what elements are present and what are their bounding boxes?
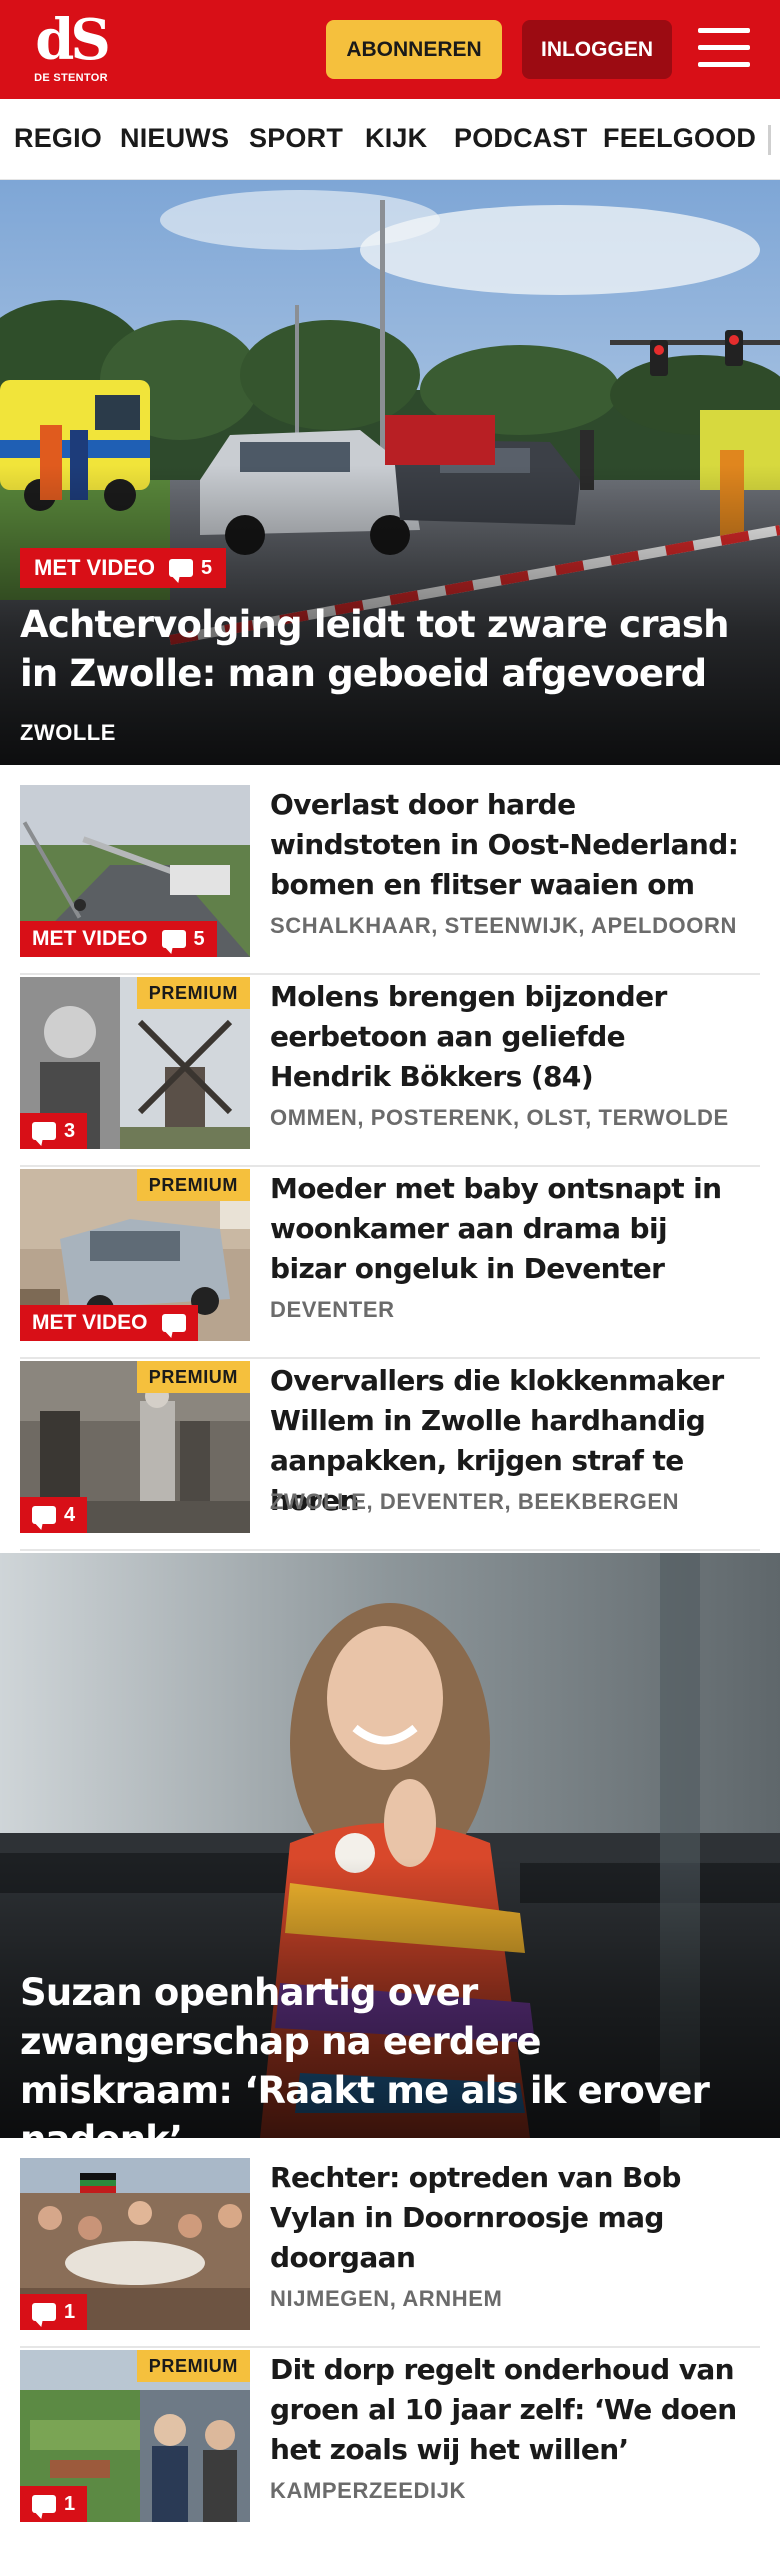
- video-badge-label: MET VIDEO: [32, 927, 148, 950]
- article-comment-count[interactable]: 5: [161, 927, 205, 951]
- article-thumbnail: MET VIDEO 5: [20, 785, 250, 957]
- article-location: ZWOLLE, DEVENTER, BEEKBERGEN: [270, 1489, 680, 1514]
- hero-article[interactable]: MET VIDEO 5 Achtervolging leidt tot zwar…: [0, 180, 780, 765]
- site-header: dS DE STENTOR ABONNEREN INLOGGEN: [0, 0, 780, 99]
- section-nav: REGIO NIEUWS SPORT KIJK PODCAST FEELGOOD: [0, 99, 780, 180]
- article-video-badge: MET VIDEO 5: [20, 921, 217, 957]
- login-button[interactable]: INLOGGEN: [522, 20, 672, 79]
- article-thumbnail: PREMIUM 1: [20, 2350, 250, 2522]
- article-headline[interactable]: Dit dorp regelt onderhoud van groen al 1…: [270, 2350, 750, 2470]
- article-comment-count[interactable]: 1: [20, 2294, 88, 2330]
- premium-badge: PREMIUM: [136, 1169, 250, 1201]
- article-comment-count[interactable]: 4: [20, 1497, 88, 1533]
- nav-overflow-indicator: [768, 125, 771, 155]
- hamburger-menu-icon[interactable]: [698, 26, 750, 70]
- comment-count: 1: [64, 2492, 76, 2515]
- subscribe-button[interactable]: ABONNEREN: [326, 20, 502, 79]
- video-badge-label: MET VIDEO: [34, 555, 156, 580]
- article-headline[interactable]: Moeder met baby ontsnapt in woonkamer aa…: [270, 1169, 750, 1289]
- article-headline[interactable]: Molens brengen bijzonder eerbetoon aan g…: [270, 977, 750, 1097]
- comment-icon: [32, 1122, 56, 1140]
- hero-headline[interactable]: Achtervolging leidt tot zware crash in Z…: [20, 600, 760, 698]
- comment-icon: [161, 930, 186, 948]
- comment-icon: [161, 1314, 186, 1332]
- nav-item-kijk[interactable]: KIJK: [365, 123, 427, 154]
- nav-item-nieuws[interactable]: NIEUWS: [120, 123, 229, 154]
- article-comment-count[interactable]: 3: [20, 1113, 88, 1149]
- article-comment-count[interactable]: [161, 1314, 186, 1332]
- comment-icon: [32, 2495, 56, 2513]
- article-card[interactable]: PREMIUM 3 Molens brengen bijzonder eerbe…: [20, 977, 760, 1167]
- nav-item-sport[interactable]: SPORT: [249, 123, 343, 154]
- article-location: KAMPERZEEDIJK: [270, 2478, 467, 2503]
- nav-item-feelgood[interactable]: FEELGOOD: [603, 123, 756, 154]
- article-card[interactable]: PREMIUM 4 Overvallers die klokkenmaker W…: [20, 1361, 760, 1551]
- article-headline[interactable]: Rechter: optreden van Bob Vylan in Doorn…: [270, 2158, 750, 2278]
- article-card[interactable]: MET VIDEO 5 Overlast door harde windstot…: [20, 785, 760, 975]
- nav-item-regio[interactable]: REGIO: [14, 123, 102, 154]
- nav-item-podcast[interactable]: PODCAST: [454, 123, 587, 154]
- article-video-badge: MET VIDEO: [20, 1305, 198, 1341]
- hero-comment-count[interactable]: 5: [169, 557, 212, 580]
- article-card[interactable]: 1 Rechter: optreden van Bob Vylan in Doo…: [20, 2158, 760, 2348]
- comment-count: 5: [201, 556, 213, 579]
- premium-badge: PREMIUM: [136, 977, 250, 1009]
- hero-location: ZWOLLE: [20, 720, 116, 745]
- article-card[interactable]: PREMIUM MET VIDEO Moeder met baby ontsna…: [20, 1169, 760, 1359]
- comment-count: 3: [64, 1119, 76, 1142]
- comment-icon: [32, 1506, 56, 1524]
- comment-icon: [32, 2303, 56, 2321]
- article-thumbnail: 1: [20, 2158, 250, 2330]
- article-thumbnail: PREMIUM MET VIDEO: [20, 1169, 250, 1341]
- comment-count: 1: [64, 2300, 76, 2323]
- comment-icon: [169, 559, 194, 577]
- comment-count: 5: [193, 927, 205, 950]
- logo-mark: dS: [35, 7, 111, 73]
- site-logo[interactable]: dS DE STENTOR: [30, 12, 112, 90]
- article-location: SCHALKHAAR, STEENWIJK, APELDOORN: [270, 913, 737, 938]
- article-headline[interactable]: Overlast door harde windstoten in Oost-N…: [270, 785, 750, 905]
- article-comment-count[interactable]: 1: [20, 2486, 88, 2522]
- premium-badge: PREMIUM: [136, 2350, 250, 2382]
- article-thumbnail: PREMIUM 4: [20, 1361, 250, 1533]
- video-badge-label: MET VIDEO: [32, 1311, 148, 1334]
- article-location: OMMEN, POSTERENK, OLST, TERWOLDE: [270, 1105, 729, 1130]
- feature-article[interactable]: Suzan openhartig over zwangerschap na ee…: [0, 1553, 780, 2138]
- article-location: DEVENTER: [270, 1297, 395, 1322]
- logo-subtitle: DE STENTOR: [34, 72, 108, 84]
- premium-badge: PREMIUM: [136, 1361, 250, 1393]
- article-card[interactable]: PREMIUM 1 Dit dorp regelt onderhoud van …: [20, 2350, 760, 2540]
- feature-headline[interactable]: Suzan openhartig over zwangerschap na ee…: [20, 1968, 760, 2138]
- comment-count: 4: [64, 1503, 76, 1526]
- article-thumbnail: PREMIUM 3: [20, 977, 250, 1149]
- article-location: NIJMEGEN, ARNHEM: [270, 2286, 503, 2311]
- hero-video-badge: MET VIDEO 5: [20, 548, 227, 588]
